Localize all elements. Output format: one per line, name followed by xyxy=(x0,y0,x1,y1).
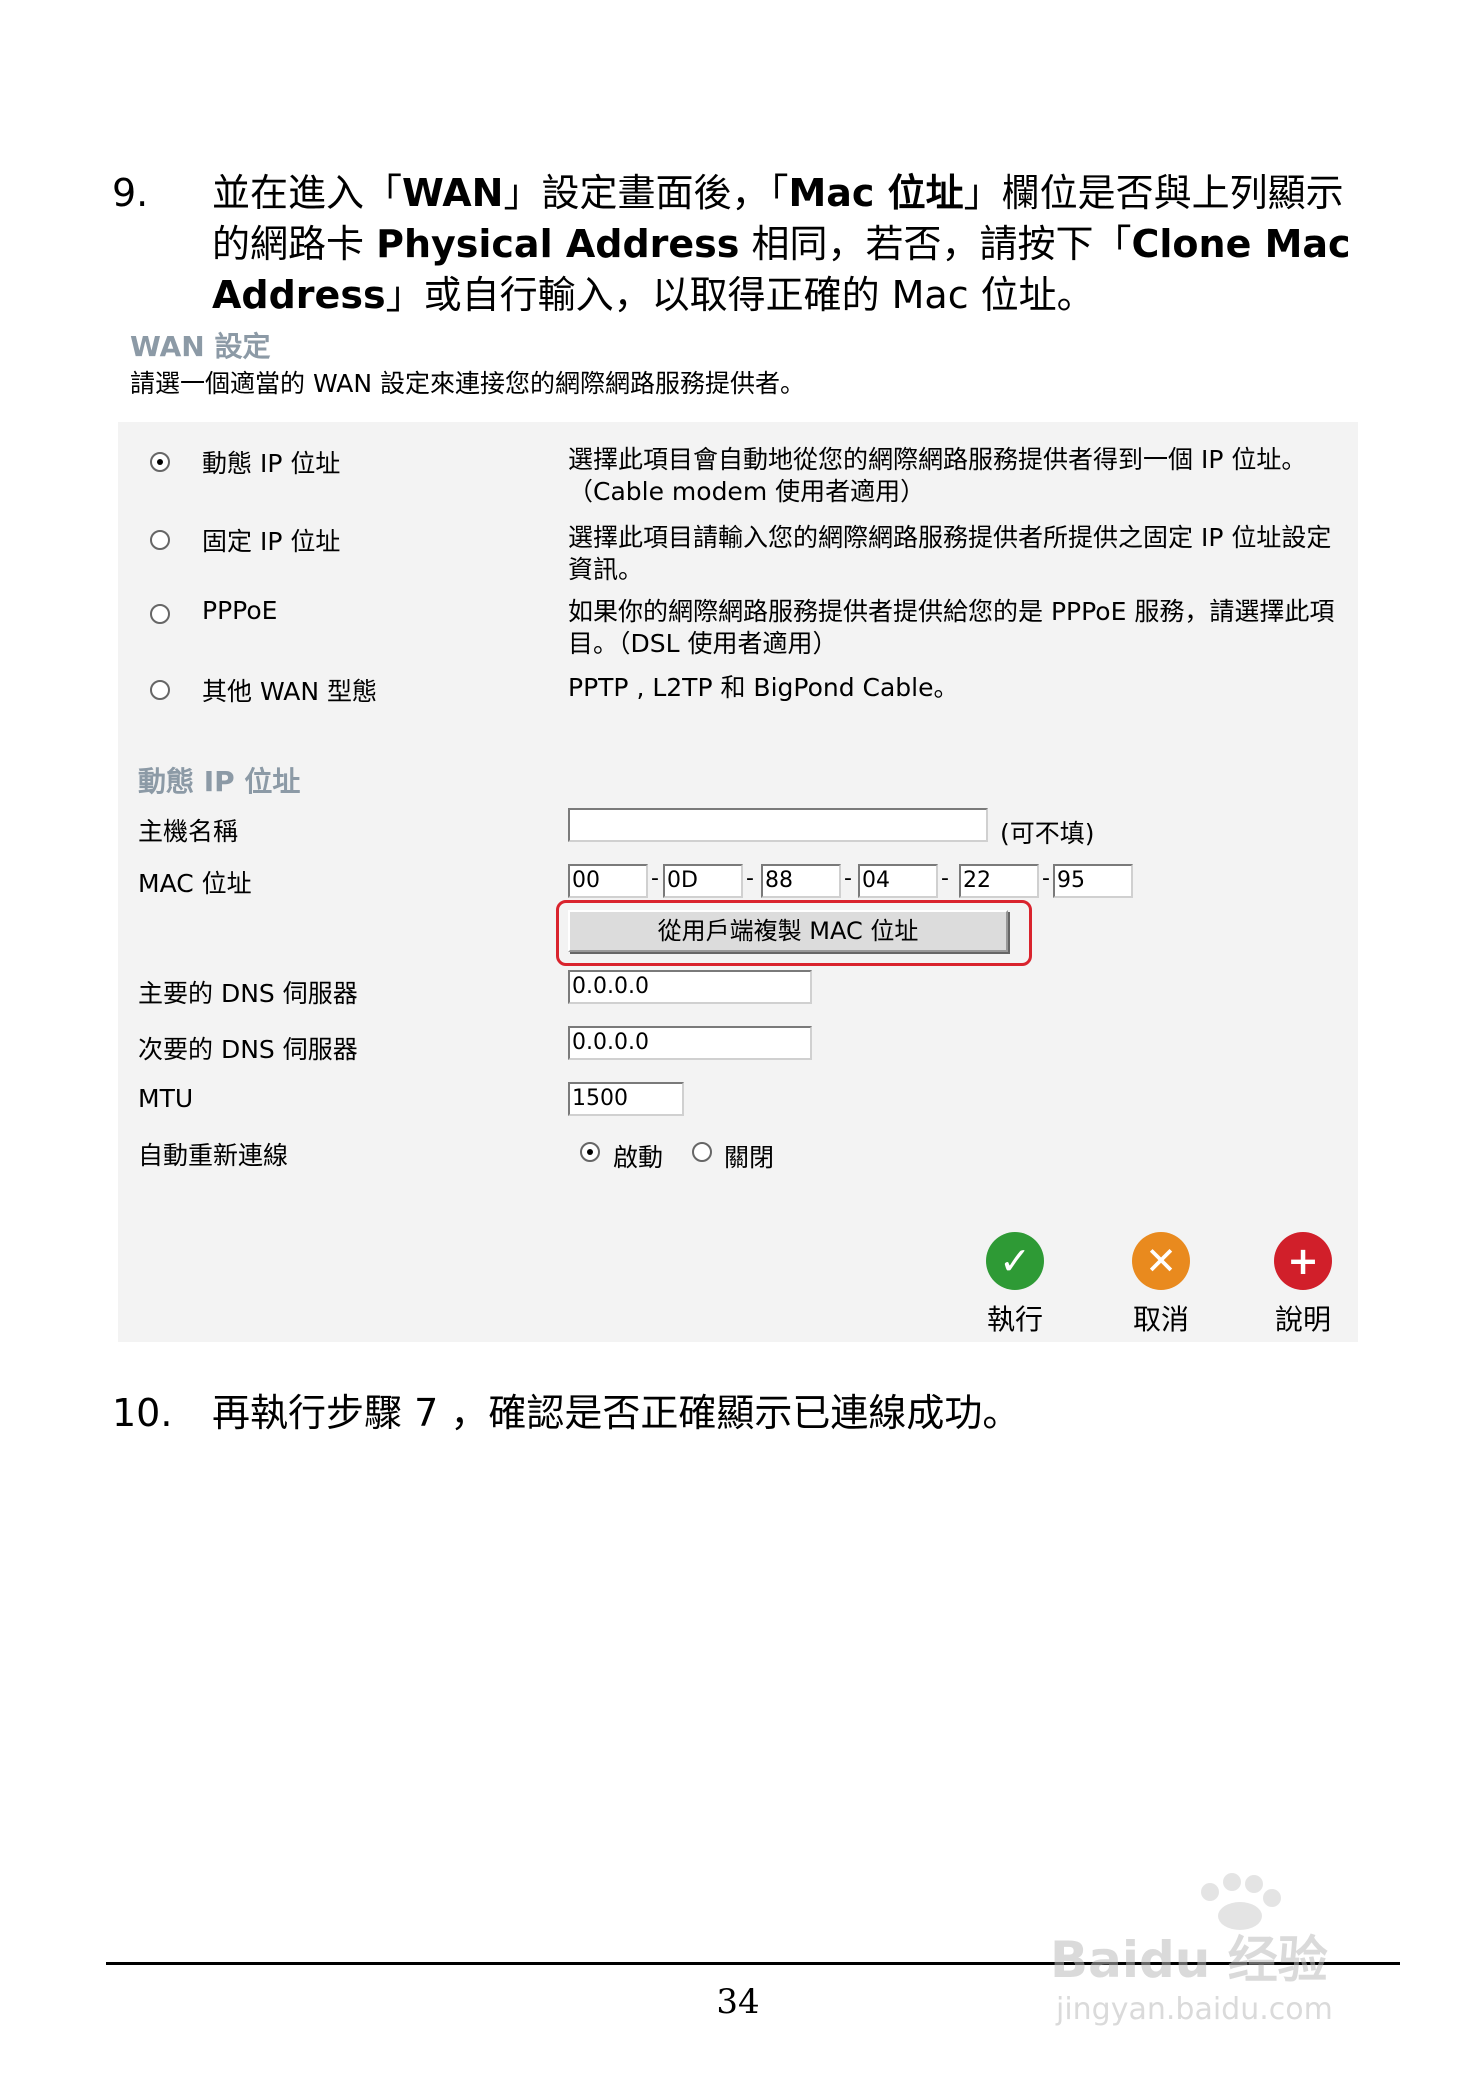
option-label: 固定 IP 位址 xyxy=(202,527,341,556)
bold-term: Mac 位址 xyxy=(788,171,964,215)
plus-icon: + xyxy=(1274,1232,1332,1290)
execute-button[interactable]: ✓ 執行 xyxy=(970,1232,1060,1338)
mac-octet-3[interactable]: 88 xyxy=(761,864,841,898)
dns2-label: 次要的 DNS 伺服器 xyxy=(138,1035,358,1064)
watermark-brand: Baidu 经验 xyxy=(1050,1931,1328,1989)
help-button[interactable]: + 說明 xyxy=(1258,1232,1348,1338)
mac-separator: - xyxy=(746,866,754,891)
mac-separator: - xyxy=(844,866,852,891)
radio-other-wan[interactable] xyxy=(150,680,170,700)
wan-option-pppoe[interactable]: PPPoE 如果你的網際網路服務提供者提供給您的是 PPPoE 服務，請選擇此項… xyxy=(118,596,1358,666)
mac-separator: - xyxy=(941,866,949,891)
dns1-input[interactable]: 0.0.0.0 xyxy=(568,970,812,1004)
text-segment: 」或自行輸入，以取得正確的 Mac 位址。 xyxy=(385,273,1095,317)
wan-option-static[interactable]: 固定 IP 位址 選擇此項目請輸入您的網際網路服務提供者所提供之固定 IP 位址… xyxy=(118,522,1358,592)
reconnect-on-label: 啟動 xyxy=(613,1143,664,1172)
radio-reconnect-off[interactable] xyxy=(692,1142,712,1162)
hostname-hint: (可不填) xyxy=(1000,819,1095,848)
hostname-label: 主機名稱 xyxy=(138,817,239,846)
step-number: 10. xyxy=(112,1391,173,1435)
radio-reconnect-on[interactable] xyxy=(580,1142,600,1162)
mac-octet-1[interactable]: 00 xyxy=(568,864,648,898)
radio-pppoe[interactable] xyxy=(150,604,170,624)
bold-term: WAN xyxy=(402,171,504,215)
text-segment: 」設定畫面後，「 xyxy=(503,171,789,215)
option-label: PPPoE xyxy=(202,596,278,625)
cancel-x-icon: ✕ xyxy=(1132,1232,1190,1290)
wan-option-dynamic[interactable]: 動態 IP 位址 選擇此項目會自動地從您的網際網路服務提供者得到一個 IP 位址… xyxy=(118,444,1358,514)
dynamic-ip-title: 動態 IP 位址 xyxy=(138,765,301,798)
mac-octet-4[interactable]: 04 xyxy=(858,864,938,898)
baidu-watermark: Baidu 经验 jingyan.baidu.com xyxy=(1040,1870,1460,2040)
option-label: 動態 IP 位址 xyxy=(202,449,341,478)
option-description: 選擇此項目請輸入您的網際網路服務提供者所提供之固定 IP 位址設定資訊。 xyxy=(568,523,1332,584)
option-description: PPTP , L2TP 和 BigPond Cable。 xyxy=(568,673,959,702)
text-segment: 相同，若否，請按下「 xyxy=(739,222,1132,266)
wan-title: WAN 設定 xyxy=(130,330,271,363)
mac-separator: - xyxy=(651,866,659,891)
bold-term: Physical Address xyxy=(376,222,740,266)
hostname-input[interactable] xyxy=(568,808,988,842)
option-label: 其他 WAN 型態 xyxy=(202,677,378,706)
dns1-label: 主要的 DNS 伺服器 xyxy=(138,979,358,1008)
step-10: 10. 再執行步驟 7 ，確認是否正確顯示已連線成功。 xyxy=(112,1388,1372,1448)
mtu-label: MTU xyxy=(138,1084,194,1113)
execute-label: 執行 xyxy=(986,1303,1043,1336)
wan-description: 請選一個適當的 WAN 設定來連接您的網際網路服務提供者。 xyxy=(130,369,806,398)
dns2-input[interactable]: 0.0.0.0 xyxy=(568,1026,812,1060)
mac-octet-2[interactable]: 0D xyxy=(663,864,743,898)
check-icon: ✓ xyxy=(986,1232,1044,1290)
clone-mac-button[interactable]: 從用戶端複製 MAC 位址 xyxy=(568,910,1008,952)
radio-static-ip[interactable] xyxy=(150,530,170,550)
wan-option-other[interactable]: 其他 WAN 型態 PPTP , L2TP 和 BigPond Cable。 xyxy=(118,672,1358,742)
mtu-input[interactable]: 1500 xyxy=(568,1082,684,1116)
wan-settings-panel: WAN 設定 請選一個適當的 WAN 設定來連接您的網際網路服務提供者。 動態 … xyxy=(118,322,1358,1342)
mac-octet-6[interactable]: 95 xyxy=(1053,864,1133,898)
watermark-url: jingyan.baidu.com xyxy=(1056,1992,1333,2027)
radio-dynamic-ip[interactable] xyxy=(150,452,170,472)
option-description: 如果你的網際網路服務提供者提供給您的是 PPPoE 服務，請選擇此項目。（DSL… xyxy=(568,597,1335,658)
option-description: 選擇此項目會自動地從您的網際網路服務提供者得到一個 IP 位址。（Cable m… xyxy=(568,445,1307,506)
reconnect-off-label: 關閉 xyxy=(724,1143,775,1172)
step-number: 9. xyxy=(112,171,149,215)
cancel-label: 取消 xyxy=(1132,1303,1189,1336)
mac-separator: - xyxy=(1042,866,1050,891)
mac-label: MAC 位址 xyxy=(138,869,252,898)
text-segment: 並在進入「 xyxy=(212,171,403,215)
mac-octet-5[interactable]: 22 xyxy=(959,864,1039,898)
help-label: 說明 xyxy=(1274,1303,1331,1336)
step-text: 並在進入「WAN」設定畫面後，「Mac 位址」欄位是否與上列顯示的網路卡 Phy… xyxy=(212,168,1372,321)
reconnect-label: 自動重新連線 xyxy=(138,1141,289,1170)
step-9: 9. 並在進入「WAN」設定畫面後，「Mac 位址」欄位是否與上列顯示的網路卡 … xyxy=(112,168,1372,328)
cancel-button[interactable]: ✕ 取消 xyxy=(1116,1232,1206,1338)
step-text: 再執行步驟 7 ，確認是否正確顯示已連線成功。 xyxy=(212,1391,1021,1435)
